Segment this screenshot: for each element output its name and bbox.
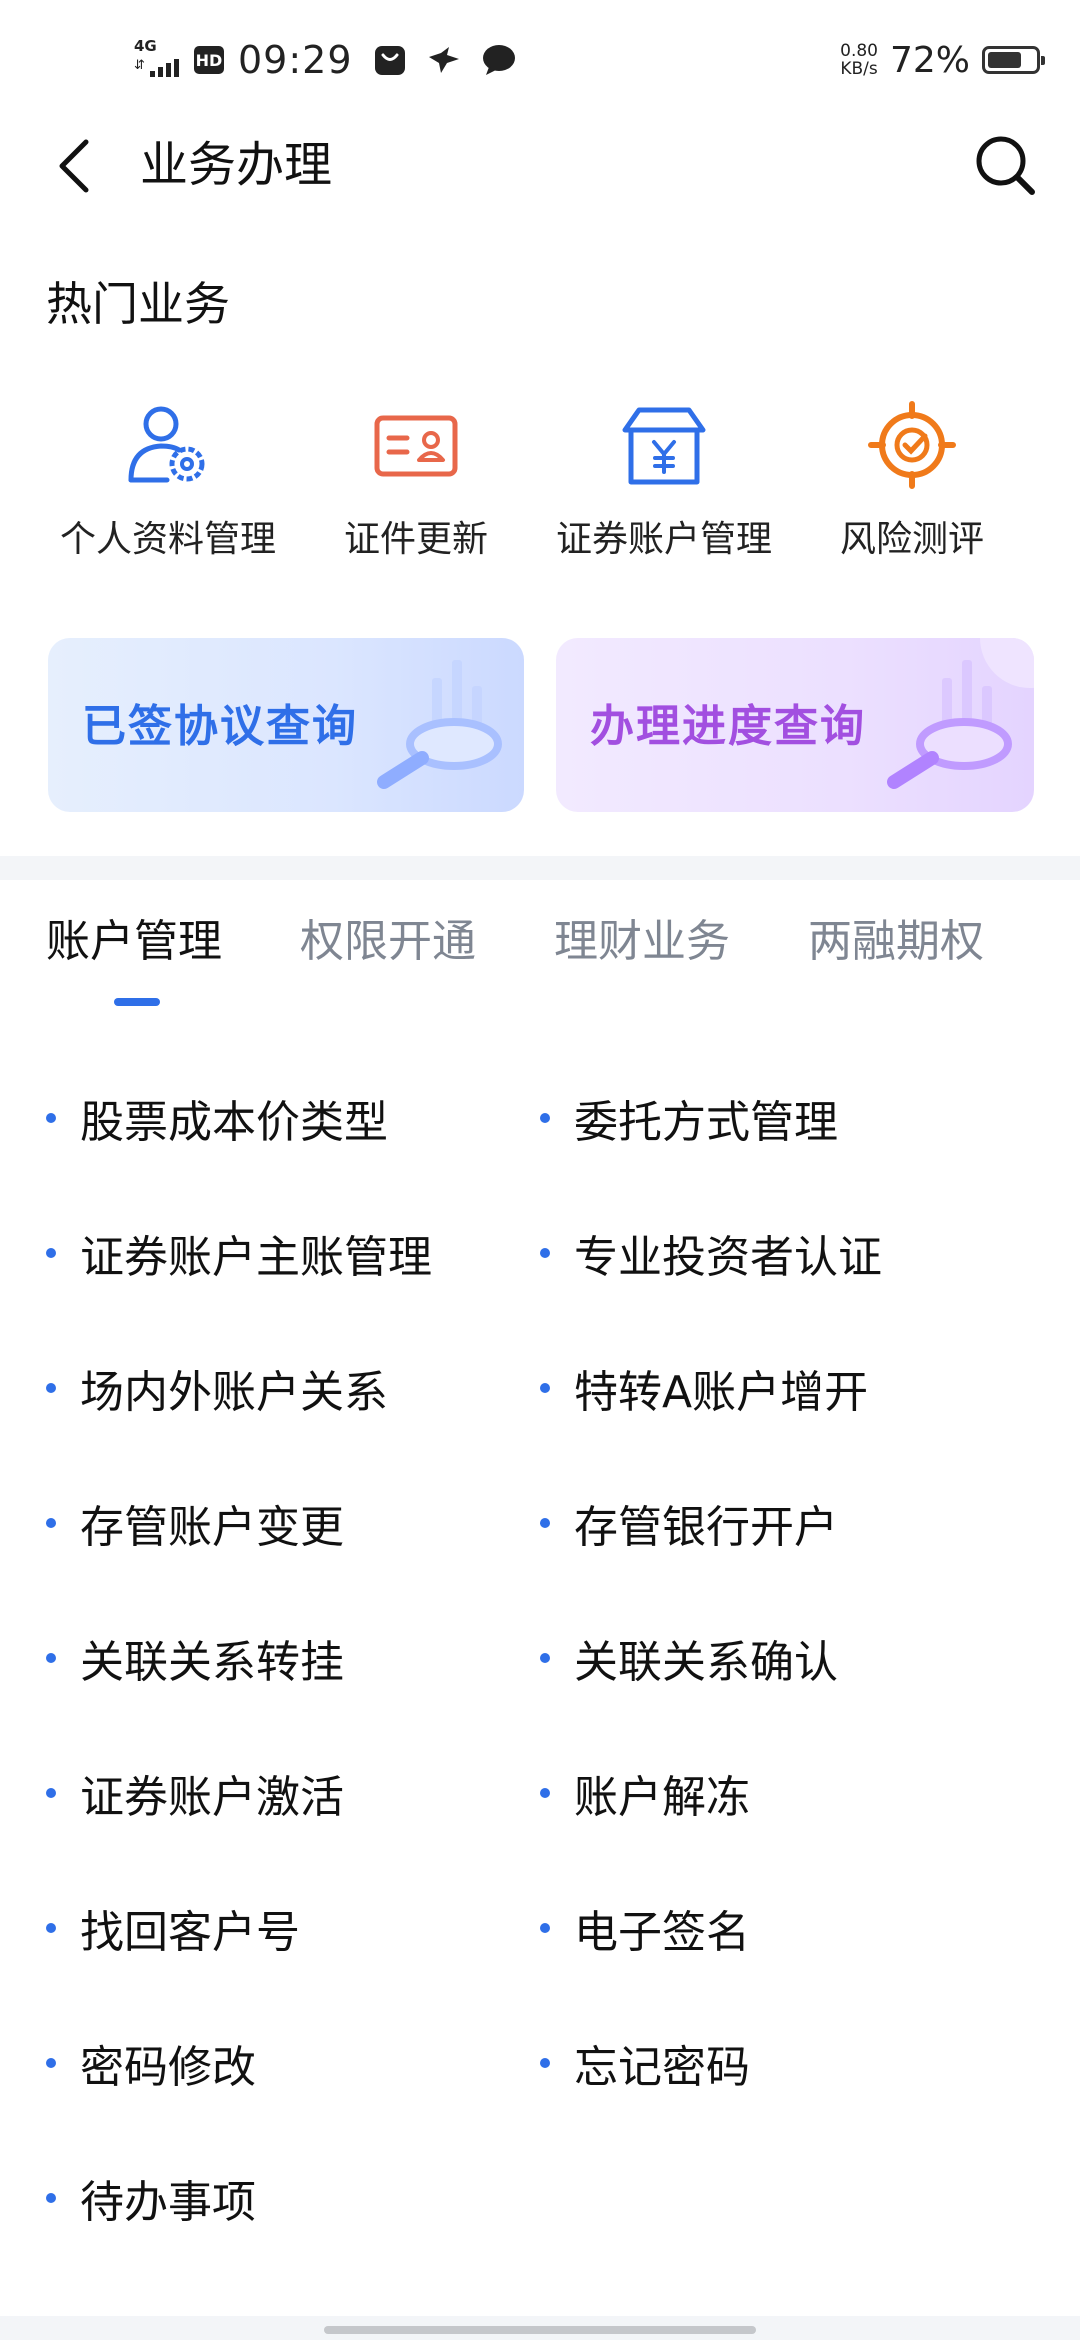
progress-query-banner[interactable]: 办理进度查询: [556, 638, 1034, 812]
bullet: [46, 1248, 56, 1258]
bullet: [46, 1788, 56, 1798]
notification-chat-icon: [482, 45, 515, 75]
hd-badge: HD: [194, 46, 224, 74]
bullet: [46, 1653, 56, 1663]
bullet: [540, 1113, 550, 1123]
banner-label: 办理进度查询: [590, 701, 866, 752]
id-card-icon: [374, 415, 458, 477]
list-item-label: 专业投资者认证: [574, 1232, 882, 1283]
bullet: [540, 1788, 550, 1798]
bullet: [540, 1248, 550, 1258]
notification-bird-icon: [428, 47, 459, 73]
bullet: [46, 1923, 56, 1933]
magnifier-icon: [377, 660, 502, 789]
list-item[interactable]: 存管账户变更: [46, 1483, 344, 1563]
status-bar: 4G ⇵ HD 09:29 0.80 KB/s 72%: [0, 0, 1080, 120]
list-item[interactable]: 忘记密码: [540, 2023, 750, 2103]
target-icon: [868, 401, 956, 489]
bullet: [46, 2193, 56, 2203]
battery-icon: [982, 46, 1045, 74]
list-item-label: 证券账户主账管理: [80, 1232, 432, 1283]
list-item-label: 忘记密码: [574, 2042, 750, 2093]
data-arrows-icon: ⇵: [134, 58, 145, 73]
hot-item-label: 风险测评: [839, 519, 984, 560]
user-settings-icon: [128, 406, 205, 483]
list-item[interactable]: 密码修改: [46, 2023, 256, 2103]
bullet: [540, 2058, 550, 2068]
signed-agreements-banner[interactable]: 已签协议查询: [48, 638, 524, 812]
active-tab-indicator: [114, 998, 160, 1006]
list-item-label: 证券账户激活: [80, 1772, 344, 1823]
tab-account-management[interactable]: 账户管理: [46, 910, 222, 974]
hot-item-label: 个人资料管理: [59, 519, 276, 560]
list-item-label: 关联关系确认: [574, 1637, 838, 1688]
hot-item-securities-account[interactable]: 证券账户管理: [540, 400, 788, 560]
signal-icon: 4G ⇵: [134, 37, 186, 83]
list-item-label: 待办事项: [80, 2177, 256, 2228]
list-item[interactable]: 证券账户主账管理: [46, 1213, 432, 1293]
list-item-label: 场内外账户关系: [80, 1367, 388, 1418]
speed-unit: KB/s: [840, 59, 878, 79]
home-indicator[interactable]: [324, 2326, 756, 2334]
list-item[interactable]: 专业投资者认证: [540, 1213, 882, 1293]
section-divider: [0, 856, 1080, 880]
hot-section-title: 热门业务: [46, 277, 230, 331]
yuan-box-icon: [622, 407, 706, 485]
bullet: [46, 1113, 56, 1123]
bullet: [540, 1383, 550, 1393]
bullet: [540, 1923, 550, 1933]
list-item[interactable]: 场内外账户关系: [46, 1348, 388, 1428]
list-item-label: 委托方式管理: [574, 1097, 838, 1148]
status-right: 0.80 KB/s 72%: [840, 30, 1045, 90]
bullet: [46, 1383, 56, 1393]
list-item-label: 存管账户变更: [80, 1502, 344, 1553]
page-title: 业务办理: [140, 137, 333, 193]
signal-bars: [150, 59, 179, 77]
list-item-label: 存管银行开户: [574, 1502, 838, 1553]
list-item-label: 电子签名: [574, 1907, 750, 1958]
speed-value: 0.80: [840, 41, 878, 61]
tab-permission-activation[interactable]: 权限开通: [300, 910, 476, 974]
search-icon[interactable]: [972, 132, 1038, 198]
network-type: 4G: [134, 37, 157, 55]
list-item[interactable]: 电子签名: [540, 1888, 750, 1968]
hot-item-label: 证券账户管理: [555, 519, 772, 560]
bullet: [46, 1518, 56, 1528]
list-item[interactable]: 证券账户激活: [46, 1753, 344, 1833]
bullet: [540, 1653, 550, 1663]
hot-item-risk-assessment[interactable]: 风险测评: [788, 400, 1036, 560]
tab-margin-options[interactable]: 两融期权: [808, 910, 984, 974]
back-arrow-icon[interactable]: [50, 136, 100, 196]
tab-wealth-management[interactable]: 理财业务: [554, 910, 730, 974]
list-item[interactable]: 存管银行开户: [540, 1483, 838, 1563]
battery-fill: [988, 52, 1021, 68]
list-item-label: 找回客户号: [80, 1907, 300, 1958]
list-item[interactable]: 股票成本价类型: [46, 1078, 388, 1158]
list-item[interactable]: 找回客户号: [46, 1888, 300, 1968]
list-item[interactable]: 关联关系确认: [540, 1618, 838, 1698]
list-item-label: 股票成本价类型: [80, 1097, 388, 1148]
list-item-label: 关联关系转挂: [80, 1637, 344, 1688]
list-item-label: 账户解冻: [574, 1772, 750, 1823]
list-item[interactable]: 委托方式管理: [540, 1078, 838, 1158]
bullet: [540, 1518, 550, 1528]
magnifier-icon: [887, 638, 1034, 789]
list-item[interactable]: 账户解冻: [540, 1753, 750, 1833]
hot-item-id-update[interactable]: 证件更新: [292, 400, 540, 560]
bullet: [46, 2058, 56, 2068]
hot-item-label: 证件更新: [343, 519, 488, 560]
clock: 09:29: [238, 38, 353, 82]
list-item[interactable]: 待办事项: [46, 2158, 256, 2238]
list-item-label: 密码修改: [80, 2042, 256, 2093]
hot-item-personal-info[interactable]: 个人资料管理: [44, 400, 292, 560]
network-speed: 0.80 KB/s: [840, 42, 878, 78]
banner-label: 已签协议查询: [82, 701, 358, 752]
status-left: 4G ⇵ HD 09:29: [134, 30, 537, 90]
list-item-label: 特转A账户增开: [574, 1367, 869, 1418]
battery-percent: 72%: [889, 39, 970, 81]
notification-bag-icon: [374, 46, 405, 75]
list-item[interactable]: 特转A账户增开: [540, 1348, 868, 1428]
list-item[interactable]: 关联关系转挂: [46, 1618, 344, 1698]
